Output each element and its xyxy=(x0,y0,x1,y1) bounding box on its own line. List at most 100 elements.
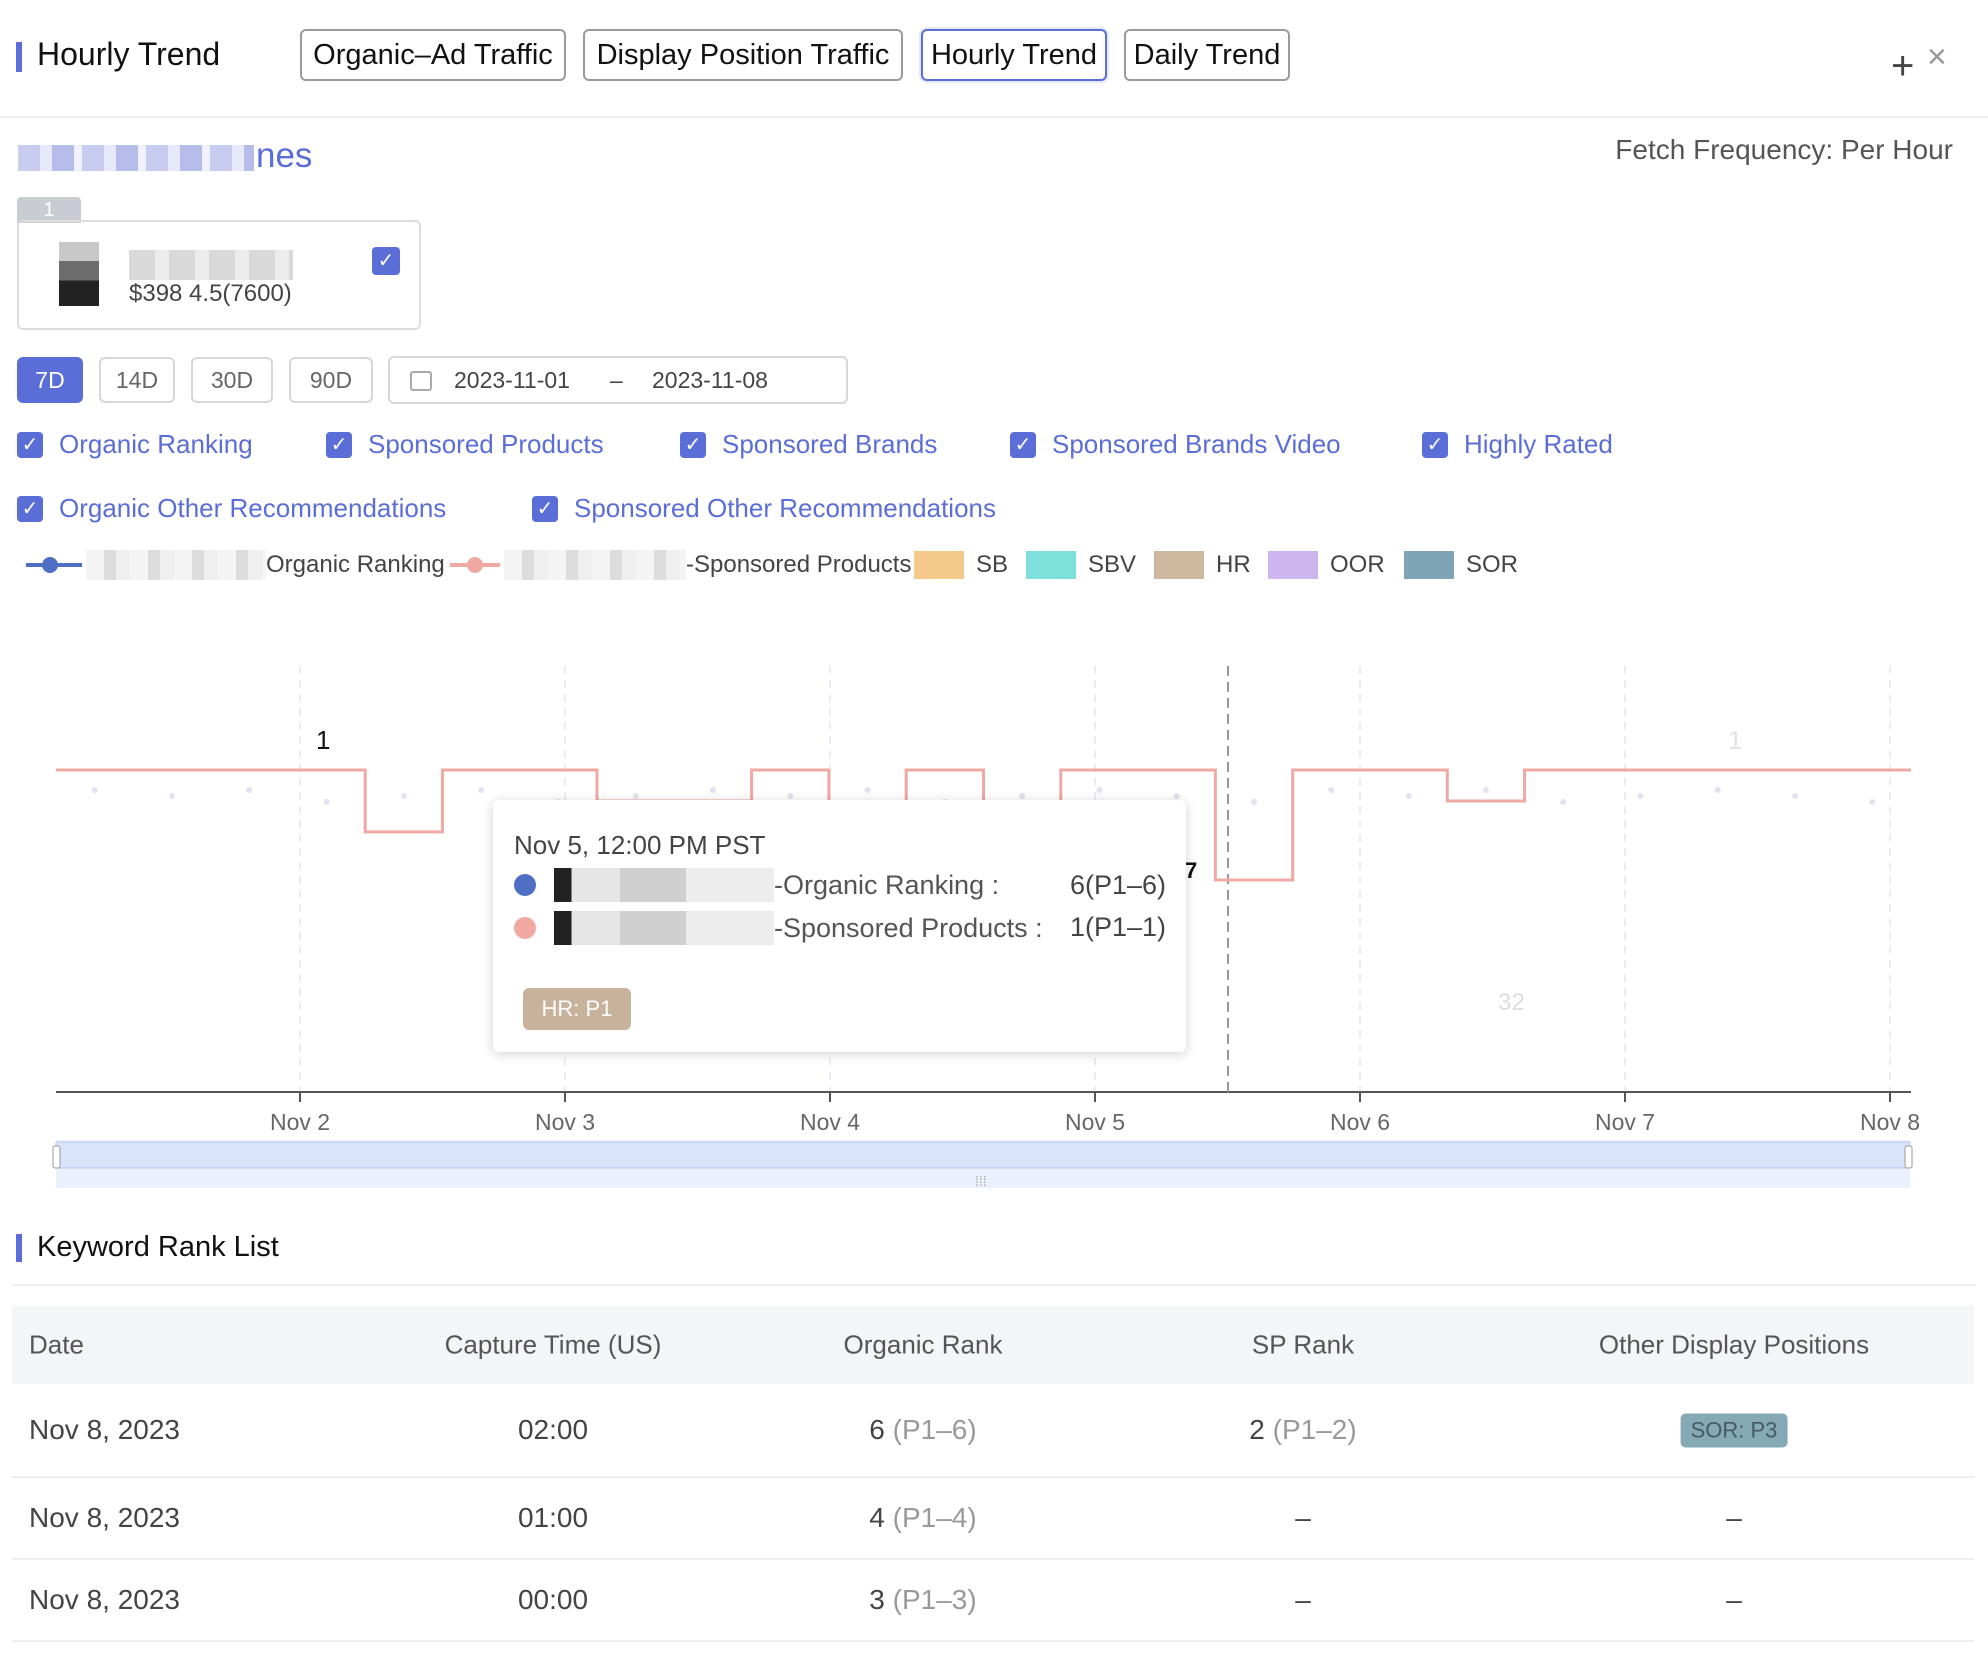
tooltip-sponsored-label: -Sponsored Products : xyxy=(774,912,1043,943)
filter-organic-ranking[interactable]: ✓ Organic Ranking xyxy=(17,429,253,460)
tab-organic-ad-traffic[interactable]: Organic–Ad Traffic xyxy=(300,29,566,81)
legend-organic-ranking[interactable]: Organic Ranking xyxy=(26,550,445,580)
cell-organic: 6 (P1–6) xyxy=(869,1414,976,1446)
table-row[interactable]: Nov 8, 2023 02:00 6 (P1–6) 2 (P1–2) SOR:… xyxy=(12,1384,1974,1478)
checkbox-icon[interactable]: ✓ xyxy=(326,431,352,458)
zoom-slider-window[interactable] xyxy=(55,1141,1911,1169)
legend-sb[interactable]: SB xyxy=(914,550,1008,580)
range-30d-button[interactable]: 30D xyxy=(191,357,273,403)
organic-point xyxy=(1173,793,1180,799)
cell-other: SOR: P3 xyxy=(1680,1413,1788,1448)
organic-point xyxy=(710,787,716,793)
cell-other: – xyxy=(1726,1502,1742,1533)
product-image xyxy=(59,242,99,306)
checkbox-icon[interactable]: ✓ xyxy=(680,431,706,458)
tooltip-organic-value: 6(P1–6) xyxy=(1069,870,1166,900)
checkbox-icon[interactable]: ✓ xyxy=(17,495,43,522)
legend-sponsored-products[interactable]: -Sponsored Products xyxy=(450,550,911,580)
tooltip-row-organic: -Organic Ranking : xyxy=(514,868,999,902)
organic-point xyxy=(168,793,175,799)
date-range-picker[interactable]: 2023-11-01 – 2023-11-08 xyxy=(388,356,848,404)
tooltip-time: Nov 5, 12:00 PM PST xyxy=(514,830,766,860)
zoom-grip-icon[interactable]: ⁞⁞⁞ xyxy=(975,1173,987,1189)
organic-point xyxy=(1096,787,1103,793)
organic-point xyxy=(787,793,794,799)
cell-time: 01:00 xyxy=(517,1502,589,1533)
sp-rank-value: 2 xyxy=(1249,1414,1265,1445)
cell-date: Nov 8, 2023 xyxy=(29,1414,180,1445)
filter-highly-rated[interactable]: ✓ Highly Rated xyxy=(1422,429,1613,460)
table-row[interactable]: Nov 8, 2023 00:00 3 (P1–3) – – xyxy=(12,1560,1974,1642)
range-14d-button[interactable]: 14D xyxy=(99,357,175,403)
checkbox-icon[interactable]: ✓ xyxy=(532,495,558,522)
tooltip-blurred-text xyxy=(554,911,774,945)
sp-rank-position: (P1–2) xyxy=(1272,1414,1357,1445)
x-tick-label: Nov 3 xyxy=(535,1109,595,1135)
filter-organic-other-recommendations[interactable]: ✓ Organic Other Recommendations xyxy=(17,493,446,524)
x-tick-label: Nov 2 xyxy=(270,1109,330,1135)
filter-label: Highly Rated xyxy=(1464,429,1613,459)
tab-display-position-traffic[interactable]: Display Position Traffic xyxy=(583,29,903,81)
legend-blurred-text xyxy=(504,550,686,580)
section-accent-bar xyxy=(16,1234,22,1262)
legend-hr[interactable]: HR xyxy=(1154,550,1251,580)
section-divider xyxy=(12,1284,1976,1286)
legend-oor-swatch xyxy=(1268,551,1318,579)
range-7d-button[interactable]: 7D xyxy=(17,357,83,403)
title-accent-bar xyxy=(16,42,22,72)
organic-point xyxy=(1792,793,1799,799)
filter-label: Sponsored Products xyxy=(368,429,604,459)
legend-sb-swatch xyxy=(914,551,964,579)
checkbox-icon[interactable]: ✓ xyxy=(1010,431,1036,458)
legend-sb-label: SB xyxy=(976,551,1009,578)
filter-sponsored-products[interactable]: ✓ Sponsored Products xyxy=(326,429,604,460)
column-header-capture-time: Capture Time (US) xyxy=(444,1329,662,1360)
legend-sor[interactable]: SOR xyxy=(1404,550,1518,580)
chart-zoom-slider[interactable]: ⁞⁞⁞ xyxy=(52,1140,1913,1189)
filter-sponsored-other-recommendations[interactable]: ✓ Sponsored Other Recommendations xyxy=(532,493,996,524)
legend-organic-line-icon xyxy=(26,557,82,573)
filter-sponsored-brands-video[interactable]: ✓ Sponsored Brands Video xyxy=(1010,429,1341,460)
close-icon[interactable]: × xyxy=(1927,40,1947,74)
add-icon[interactable]: + xyxy=(1891,46,1914,86)
organic-point xyxy=(1405,793,1412,799)
range-90d-button[interactable]: 90D xyxy=(289,357,373,403)
organic-point xyxy=(1328,787,1335,793)
tab-daily-trend[interactable]: Daily Trend xyxy=(1124,29,1290,81)
organic-point xyxy=(1482,787,1489,793)
organic-rank-value: 6 xyxy=(869,1414,885,1445)
cell-time: 00:00 xyxy=(517,1584,589,1615)
calendar-icon xyxy=(410,371,432,391)
organic-point xyxy=(323,799,330,805)
zoom-handle-right[interactable] xyxy=(1904,1145,1913,1169)
sponsored-dot-icon xyxy=(514,917,536,939)
page-title: Hourly Trend xyxy=(37,36,221,72)
legend-sbv[interactable]: SBV xyxy=(1026,550,1136,580)
checkbox-icon[interactable]: ✓ xyxy=(1422,431,1448,458)
x-tick-label: Nov 5 xyxy=(1065,1109,1125,1135)
product-card[interactable]: $398 4.5(7600) ✓ xyxy=(17,220,421,330)
cell-sp: – xyxy=(1295,1502,1311,1533)
zoom-handle-left[interactable] xyxy=(52,1145,61,1169)
cell-time: 02:00 xyxy=(517,1414,589,1445)
column-header-other-positions: Other Display Positions xyxy=(1598,1329,1870,1360)
x-tick-label: Nov 6 xyxy=(1330,1109,1390,1135)
chart-tooltip: Nov 5, 12:00 PM PST -Organic Ranking : 6… xyxy=(493,800,1186,1052)
legend-oor[interactable]: OOR xyxy=(1268,550,1385,580)
table-row[interactable]: Nov 8, 2023 01:00 4 (P1–4) – – xyxy=(12,1478,1974,1560)
start-date[interactable]: 2023-11-01 xyxy=(454,367,570,394)
tooltip-row-sponsored: -Sponsored Products : xyxy=(514,911,1043,945)
organic-rank-value: 4 xyxy=(869,1502,885,1533)
checkbox-icon[interactable]: ✓ xyxy=(17,431,43,458)
end-date[interactable]: 2023-11-08 xyxy=(652,367,768,394)
product-checkbox[interactable]: ✓ xyxy=(372,247,400,275)
organic-point xyxy=(246,787,253,793)
page-header: Hourly Trend Organic–Ad Traffic Display … xyxy=(0,0,1988,118)
tooltip-hr-badge: HR: P1 xyxy=(523,988,631,1030)
date-separator: – xyxy=(610,367,623,393)
filter-sponsored-brands[interactable]: ✓ Sponsored Brands xyxy=(680,429,937,460)
legend-blurred-text xyxy=(86,550,266,580)
legend-sponsored-line-icon xyxy=(450,557,500,573)
filter-label: Organic Ranking xyxy=(59,429,253,459)
tab-hourly-trend[interactable]: Hourly Trend xyxy=(921,29,1107,81)
